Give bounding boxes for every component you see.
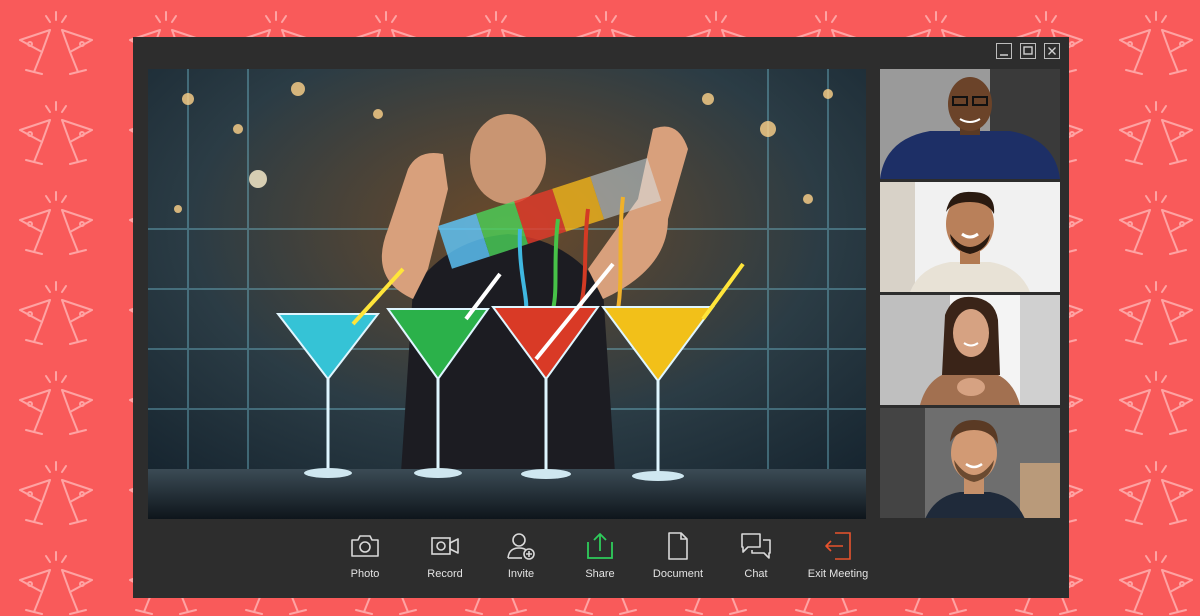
participant-3-avatar [880,295,1060,405]
maximize-button[interactable] [1020,43,1036,59]
meeting-toolbar: Photo Record Invite Share Document Chat … [133,519,1069,598]
participant-tile[interactable] [880,182,1060,292]
document-icon [668,532,688,560]
add-user-icon [507,533,535,560]
meeting-window: Photo Record Invite Share Document Chat … [133,37,1069,598]
camera-icon [351,535,379,557]
exit-icon [825,532,851,560]
record-button[interactable]: Record [405,529,485,589]
close-icon [1048,47,1056,55]
share-icon [587,533,613,559]
participant-tile[interactable] [880,295,1060,405]
chat-button[interactable]: Chat [716,529,796,589]
share-button[interactable]: Share [560,529,640,589]
exit-meeting-label: Exit Meeting [807,568,869,580]
document-label: Document [652,568,704,580]
share-label: Share [585,568,615,580]
minimize-button[interactable] [996,43,1012,59]
chat-icon [741,533,771,559]
invite-label: Invite [507,568,535,580]
document-button[interactable]: Document [638,529,718,589]
participant-2-avatar [880,182,1060,292]
maximize-icon [1023,46,1033,55]
participant-tile[interactable] [880,69,1060,179]
photo-label: Photo [350,568,380,580]
video-camera-icon [431,537,459,555]
record-label: Record [427,568,463,580]
close-button[interactable] [1044,43,1060,59]
participant-list [880,69,1060,519]
participant-tile[interactable] [880,408,1060,518]
participant-4-avatar [880,408,1060,518]
invite-button[interactable]: Invite [481,529,561,589]
participant-1-avatar [880,69,1060,179]
chat-label: Chat [744,568,768,580]
photo-button[interactable]: Photo [325,529,405,589]
minimize-icon [1000,54,1008,56]
main-video-frame [148,69,866,519]
exit-meeting-button[interactable]: Exit Meeting [798,529,878,589]
main-video[interactable] [148,69,866,519]
title-bar [133,37,1069,67]
